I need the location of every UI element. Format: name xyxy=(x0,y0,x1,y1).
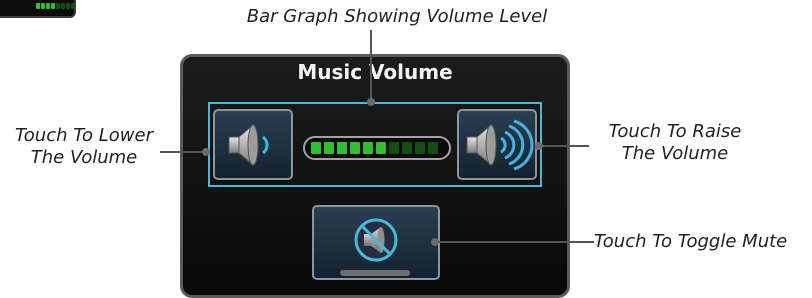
leader-line-lower xyxy=(160,151,206,153)
volume-segment xyxy=(428,142,438,154)
mini-volume-segment xyxy=(71,3,75,9)
panel-title: Music Volume xyxy=(297,60,453,84)
speaker-high-icon xyxy=(466,119,534,171)
leader-line-bar-graph xyxy=(370,30,372,102)
callout-bar-graph: Bar Graph Showing Volume Level xyxy=(246,6,548,27)
mini-volume-segment xyxy=(36,3,40,9)
callout-lower-line2: The Volume xyxy=(30,147,138,168)
volume-segment xyxy=(311,142,321,154)
mini-volume-segment xyxy=(61,3,65,9)
volume-segment xyxy=(415,142,425,154)
raise-volume-button[interactable] xyxy=(457,109,537,180)
mute-status-bar xyxy=(340,270,410,276)
volume-segment xyxy=(389,142,399,154)
leader-dot-lower xyxy=(202,148,210,156)
mini-volume-segment xyxy=(56,3,60,9)
volume-segment xyxy=(337,142,347,154)
leader-dot-raise xyxy=(535,142,543,150)
leader-dot-bar-graph xyxy=(367,98,375,106)
volume-segment xyxy=(350,142,360,154)
volume-segment xyxy=(402,142,412,154)
speaker-mute-icon xyxy=(354,218,398,262)
callout-toggle-mute: Touch To Toggle Mute xyxy=(594,231,788,252)
leader-dot-mute xyxy=(431,238,439,246)
volume-segment xyxy=(324,142,334,154)
callout-raise-line2: The Volume xyxy=(621,143,729,164)
leader-line-mute xyxy=(436,241,594,243)
lower-volume-button[interactable] xyxy=(213,109,293,180)
callout-lower-line1: Touch To Lower xyxy=(15,125,153,146)
callout-raise-volume: Touch To Raise The Volume xyxy=(590,121,760,165)
mini-volume-segment xyxy=(41,3,45,9)
mute-toggle-button[interactable] xyxy=(312,205,440,280)
volume-segment xyxy=(363,142,373,154)
mini-volume-indicator xyxy=(0,0,76,18)
callout-raise-line1: Touch To Raise xyxy=(608,121,742,142)
callout-lower-volume: Touch To Lower The Volume xyxy=(0,125,168,169)
leader-line-raise xyxy=(541,145,589,147)
mini-volume-segment xyxy=(66,3,70,9)
mini-volume-segment xyxy=(46,3,50,9)
mini-volume-segment xyxy=(51,3,55,9)
volume-level-bar-graph xyxy=(303,136,451,160)
volume-segment xyxy=(376,142,386,154)
speaker-low-icon xyxy=(228,123,269,167)
